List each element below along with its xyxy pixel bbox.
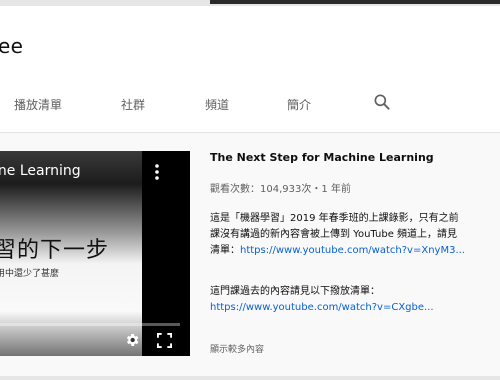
tab-community[interactable]: 社群	[121, 96, 145, 113]
search-icon[interactable]	[372, 92, 392, 112]
channel-tabs: 播放清單 社群 頻道 簡介	[0, 94, 500, 120]
description-line-1: 這是「機器學習」2019 年春季班的上課錄影，只有之前	[210, 213, 459, 224]
channel-header: ee 播放清單 社群 頻道 簡介	[0, 6, 500, 132]
show-more-button[interactable]: 顯示較多內容	[210, 342, 264, 355]
header-divider	[0, 132, 500, 133]
slide-subtext: 用中還少了甚麼	[0, 269, 60, 279]
video-description: 這是「機器學習」2019 年春季班的上課錄影，只有之前 課沒有講過的新內容會被上…	[210, 211, 465, 259]
description2-line-1: 這門課過去的內容請見以下撥放清單：	[210, 286, 380, 297]
video-player[interactable]: ine Learning 習的下一步 用中還少了甚麼	[0, 151, 190, 356]
more-vert-icon[interactable]	[151, 163, 163, 181]
slide-heading: 習的下一步	[0, 238, 110, 263]
progress-bar[interactable]	[0, 323, 180, 326]
tab-about[interactable]: 簡介	[287, 96, 311, 113]
video-description-2: 這門課過去的內容請見以下撥放清單： https://www.youtube.co…	[210, 284, 434, 316]
channel-banner	[210, 0, 500, 4]
bottom-divider	[0, 376, 500, 380]
playlist-link-1[interactable]: https://www.youtube.com/watch?v=XnyM3...	[240, 245, 465, 256]
gear-icon[interactable]	[124, 332, 140, 348]
fullscreen-icon[interactable]	[157, 333, 172, 348]
playlist-link-2[interactable]: https://www.youtube.com/watch?v=CXgbe...	[210, 302, 434, 313]
video-meta: 觀看次數：104,933次・1 年前	[210, 184, 351, 195]
tab-playlists[interactable]: 播放清單	[14, 96, 62, 113]
video-title[interactable]: The Next Step for Machine Learning	[210, 151, 500, 164]
description-line-3: 清單：https://www.youtube.com/watch?v=XnyM3…	[210, 243, 465, 259]
video-overlay-title: ine Learning	[0, 163, 81, 179]
tab-channels[interactable]: 頻道	[205, 96, 229, 113]
video-info: The Next Step for Machine Learning 觀看次數：…	[210, 151, 500, 355]
description-line-2: 課沒有講過的新內容會被上傳到 YouTube 頻道上，請見	[210, 229, 458, 240]
description-line-3-prefix: 清單：	[210, 245, 240, 256]
channel-name: ee	[0, 34, 24, 58]
